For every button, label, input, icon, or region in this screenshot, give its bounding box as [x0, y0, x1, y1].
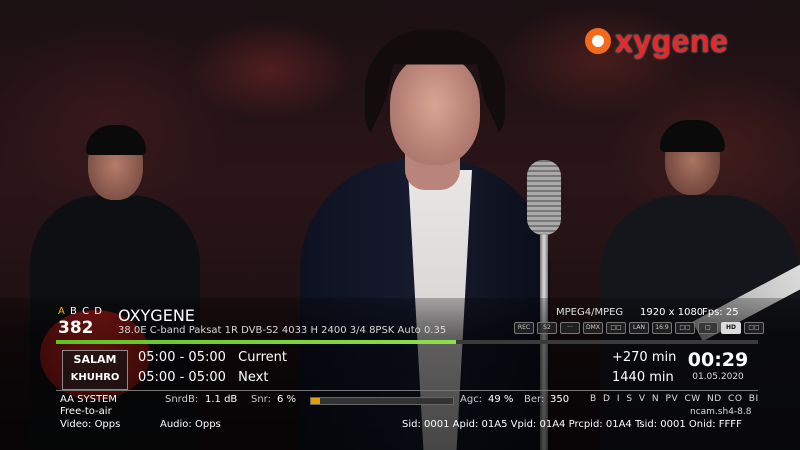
encryption-status: Free-to-air: [60, 406, 112, 417]
video-codec: MPEG4/MPEG: [556, 307, 624, 318]
cam-name: ncam.sh4-8.8: [690, 407, 752, 417]
epg-current-title: Current: [238, 350, 287, 365]
cas-system: AA SYSTEM: [60, 394, 117, 405]
pid-info: Sid: 0001 Apid: 01A5 Vpid: 01A4 Prcpid: …: [402, 419, 742, 430]
guitarist-right-hair: [660, 120, 725, 152]
provider-line2: KHUHRO: [70, 372, 120, 383]
provider-box: SALAM KHUHRO: [62, 350, 128, 390]
epg-next-time: 05:00 - 05:00: [138, 370, 226, 385]
event-progress-bar: [56, 340, 758, 344]
status-flags: REC S2 ··· DMX □□ LAN 16:9 □□ □ HD □□: [514, 322, 764, 334]
hd-flag: HD: [721, 322, 741, 334]
ber-label: Ber:: [524, 394, 545, 405]
aspect-flag: 16:9: [652, 322, 672, 334]
rec-flag: REC: [514, 322, 534, 334]
snr-bar: [310, 397, 454, 405]
agc-label: Agc:: [460, 394, 483, 405]
other-group-letters: B C D: [70, 306, 103, 317]
epg-next-title: Next: [238, 370, 269, 385]
channel-number: 382: [58, 318, 94, 338]
channel-logo: xygene: [585, 22, 728, 60]
microphone: [527, 160, 561, 235]
fps-readout: Fps: 25: [702, 307, 739, 318]
channel-name: OXYGENE: [118, 306, 195, 325]
agc-value: 49 %: [488, 394, 514, 405]
fps-value: 25: [725, 307, 739, 318]
clock-time: 00:29: [687, 349, 749, 371]
clock-box: 00:29 01.05.2020: [680, 348, 756, 388]
lan-flag: LAN: [629, 322, 649, 334]
epg-next-duration: 1440 min: [612, 370, 674, 385]
crypt-flag: □□: [744, 322, 764, 334]
satellite-transponder-info: 38.0E C-band Paksat 1R DVB-S2 4033 H 240…: [118, 325, 447, 336]
snrdb-label: SnrdB:: [165, 394, 199, 405]
dmx-flag: DMX: [583, 322, 603, 334]
audio-flag: □: [698, 322, 718, 334]
provider-line1: SALAM: [73, 353, 117, 366]
event-progress-fill: [56, 340, 457, 344]
snrdb-value: 1.1 dB: [205, 394, 238, 405]
guitarist-left-hair: [86, 125, 146, 155]
epg-next-row: 05:00 - 05:00 Next: [138, 370, 268, 385]
channel-group-letters: A B C D: [58, 306, 103, 317]
video-resolution: 1920 x 1080: [640, 307, 704, 318]
ber-value: 350: [550, 394, 570, 405]
logo-text: xygene: [615, 22, 729, 59]
cas-indicators: B D I S V N PV CW ND CO BI: [590, 394, 759, 404]
snr-bar-fill: [311, 398, 320, 404]
singer-face: [390, 55, 480, 165]
divider: [56, 390, 758, 391]
active-group-letter: A: [58, 306, 66, 317]
fps-label: Fps:: [702, 307, 723, 318]
clock-date: 01.05.2020: [692, 372, 744, 382]
snr-label: Snr:: [251, 394, 271, 405]
audio-info: Audio: Opps: [160, 419, 221, 430]
epg-current-row: 05:00 - 05:00 Current: [138, 350, 287, 365]
video-info: Video: Opps: [60, 419, 121, 430]
logo-o-ring-icon: [585, 28, 611, 54]
subtitle-flag: □□: [606, 322, 626, 334]
epg-current-time: 05:00 - 05:00: [138, 350, 226, 365]
signal-flag: ···: [560, 322, 580, 334]
epg-current-duration: +270 min: [612, 350, 677, 365]
dvb-s2-flag: S2: [537, 322, 557, 334]
teletext-flag: □□: [675, 322, 695, 334]
snr-value: 6 %: [277, 394, 297, 405]
